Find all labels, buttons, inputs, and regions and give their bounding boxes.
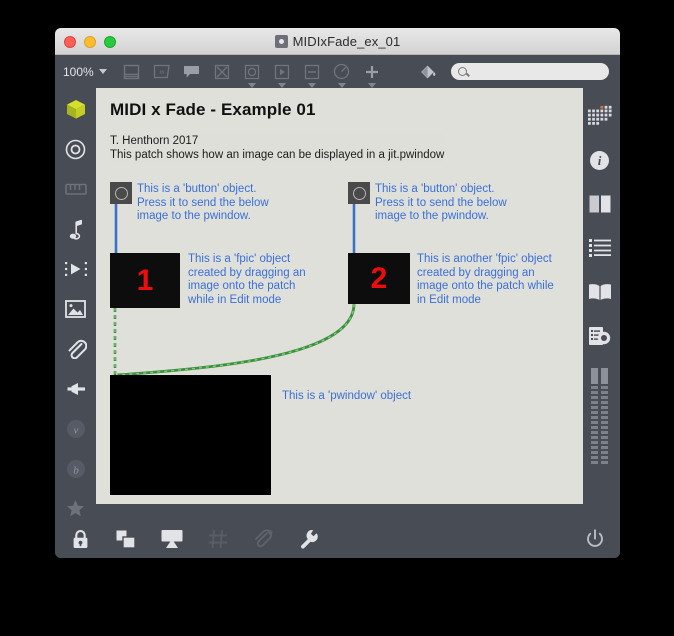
meter-left	[591, 368, 598, 464]
svg-text:m: m	[159, 68, 164, 76]
panels-icon[interactable]	[588, 192, 612, 216]
chevron-down-icon	[367, 82, 376, 88]
playbar-icon[interactable]	[273, 63, 291, 88]
button-object-1[interactable]	[110, 182, 132, 204]
button-object-2[interactable]	[348, 182, 370, 204]
svg-text:b: b	[73, 464, 79, 476]
svg-text:i: i	[598, 153, 602, 168]
sidebar-image-icon[interactable]	[64, 298, 88, 321]
right-sidebar: i	[579, 88, 620, 520]
lock-icon[interactable]	[69, 528, 91, 550]
chevron-down-icon	[277, 82, 286, 88]
grid-icon[interactable]	[207, 528, 229, 550]
console-icon[interactable]	[588, 324, 612, 348]
fpic-object-1[interactable]: 1	[110, 253, 180, 308]
chevron-down-icon	[98, 69, 107, 74]
search-input[interactable]	[470, 64, 591, 79]
fpic-object-2[interactable]: 2	[348, 253, 410, 304]
presentation-copy-icon[interactable]	[115, 528, 137, 550]
slider-icon[interactable]	[303, 63, 321, 88]
fpic-object-1-comment: This is a 'fpic' object created by dragg…	[188, 253, 306, 306]
search-icon	[457, 67, 467, 76]
patcher-canvas-container: MIDI x Fade - Example 01 T. Henthorn 201…	[96, 88, 583, 520]
sidebar-bach-icon[interactable]: b	[64, 457, 88, 480]
zoom-level-dropdown[interactable]: 100%	[63, 65, 107, 79]
message-box-icon[interactable]: m	[153, 63, 171, 81]
patch-author-line: T. Henthorn 2017	[110, 135, 199, 147]
inspector-icon[interactable]	[123, 63, 141, 81]
audio-level-meters	[591, 368, 608, 464]
chevron-down-icon	[307, 82, 316, 88]
add-attachment-icon[interactable]	[253, 528, 275, 550]
info-icon[interactable]: i	[588, 148, 612, 172]
list-icon[interactable]	[588, 236, 612, 260]
record-circle-icon	[274, 35, 288, 48]
sidebar-keyboard-icon[interactable]	[64, 178, 88, 201]
fpic-object-2-comment: This is another 'fpic' object created by…	[417, 253, 554, 306]
button-object-1-comment: This is a 'button' object. Press it to s…	[137, 183, 269, 222]
sidebar-max-object-icon[interactable]	[64, 98, 88, 121]
patch-description-line: This patch shows how an image can be dis…	[110, 149, 445, 161]
button-object-2-comment: This is a 'button' object. Press it to s…	[375, 183, 507, 222]
sidebar-paperclip-icon[interactable]	[64, 337, 88, 360]
left-sidebar: v b	[55, 88, 96, 520]
sidebar-vizzie-icon[interactable]: v	[64, 417, 88, 440]
window-body: v b MIDI x Fade - Example 01 T. Henthorn…	[55, 88, 620, 520]
max-patcher-window: MIDIxFade_ex_01 100% m v b MIDI x Fade -…	[55, 28, 620, 558]
screenshot-root: MIDIxFade_ex_01 100% m v b MIDI x Fade -…	[0, 0, 674, 636]
pattern-grid-icon[interactable]	[587, 104, 612, 128]
button-icon[interactable]	[243, 63, 261, 88]
sidebar-favorites-icon[interactable]	[64, 497, 88, 520]
comment-icon[interactable]	[183, 63, 201, 81]
level-meters-icon[interactable]	[588, 368, 612, 464]
page-title: MIDI x Fade - Example 01	[110, 100, 316, 119]
sidebar-music-note-icon[interactable]	[64, 218, 88, 241]
button-ring-icon	[352, 186, 366, 200]
fpic-object-2-label: 2	[370, 261, 388, 295]
screen-icon[interactable]	[161, 528, 183, 550]
sidebar-plug-icon[interactable]	[64, 377, 88, 400]
plus-icon[interactable]	[363, 63, 381, 88]
chevron-down-icon	[337, 82, 346, 88]
toggle-icon[interactable]	[213, 63, 231, 81]
book-icon[interactable]	[588, 280, 612, 304]
zoom-level-label: 100%	[63, 64, 94, 79]
window-title: MIDIxFade_ex_01	[292, 34, 401, 49]
pwindow-object[interactable]	[110, 375, 271, 495]
toolbar-icon-group: m	[123, 63, 437, 88]
sidebar-target-icon[interactable]	[64, 138, 88, 161]
fpic-object-1-label: 1	[136, 263, 154, 297]
power-icon[interactable]	[584, 528, 606, 550]
patch-header-note: T. Henthorn 2017 This patch shows how an…	[110, 134, 445, 162]
patcher-canvas[interactable]: MIDI x Fade - Example 01 T. Henthorn 201…	[96, 88, 583, 504]
paint-bucket-icon[interactable]	[419, 63, 437, 81]
window-title-group: MIDIxFade_ex_01	[55, 28, 620, 55]
chevron-down-icon	[247, 82, 256, 88]
title-bar: MIDIxFade_ex_01	[55, 28, 620, 55]
button-ring-icon	[114, 186, 128, 200]
dial-icon[interactable]	[333, 63, 351, 88]
wrench-icon[interactable]	[299, 528, 321, 550]
sidebar-video-icon[interactable]	[64, 258, 88, 281]
top-toolbar: 100% m	[55, 55, 620, 88]
pwindow-object-comment: This is a 'pwindow' object	[282, 390, 412, 402]
svg-text:v: v	[73, 424, 78, 436]
bottom-toolbar	[55, 520, 620, 558]
meter-right	[601, 368, 608, 464]
search-field-container[interactable]	[450, 63, 609, 80]
